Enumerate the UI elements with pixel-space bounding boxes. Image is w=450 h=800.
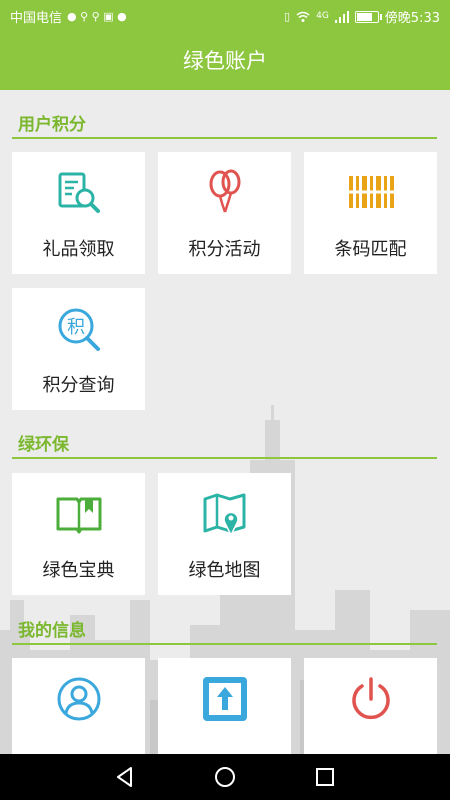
tile-upload[interactable] (158, 658, 291, 754)
section-divider (12, 457, 437, 459)
carrier-label: 中国电信 (10, 11, 63, 26)
user-profile-icon (12, 674, 145, 724)
status-bar: 中国电信 ● ⚲ ⚲ ▣ ● ▯ 4G 傍晚5:33 (0, 0, 450, 32)
document-search-icon (12, 168, 145, 218)
recents-icon[interactable] (312, 764, 338, 790)
network-type: 4G (316, 11, 329, 21)
tile-logout[interactable] (304, 658, 437, 754)
vibrate-icon: ▯ (284, 10, 291, 23)
tile-label: 积分活动 (188, 239, 261, 260)
section-title-green-eco: 绿环保 (18, 435, 69, 455)
tile-user-profile[interactable] (12, 658, 145, 754)
home-icon[interactable] (212, 764, 238, 790)
points-char: 积 (67, 317, 85, 338)
power-icon (304, 674, 437, 724)
map-pin-icon (158, 489, 291, 539)
tile-gift-claim[interactable]: 礼品领取 (12, 152, 145, 274)
section-title-user-points: 用户积分 (18, 115, 86, 135)
barcode-icon (304, 168, 437, 218)
section-title-my-info: 我的信息 (18, 621, 86, 641)
tile-label: 绿色地图 (188, 560, 261, 581)
page-title: 绿色账户 (0, 32, 450, 90)
points-search-icon: 积 (12, 304, 145, 354)
status-time: 傍晚5:33 (384, 11, 440, 26)
tile-points-query[interactable]: 积 积分查询 (12, 288, 145, 410)
section-divider (12, 643, 437, 645)
main-content[interactable]: 用户积分 礼品领取 积分活动 条码匹配 积 积分查询 绿环保 绿色宝典 绿色地图… (0, 90, 450, 754)
back-icon[interactable] (112, 764, 138, 790)
upload-icon (158, 674, 291, 724)
tile-label: 积分查询 (42, 375, 115, 396)
tile-green-map[interactable]: 绿色地图 (158, 473, 291, 595)
signal-icon (334, 10, 349, 23)
wifi-icon (296, 11, 310, 22)
tile-points-activity[interactable]: 积分活动 (158, 152, 291, 274)
section-divider (12, 137, 437, 139)
tile-label: 条码匹配 (334, 239, 407, 260)
tile-green-guide[interactable]: 绿色宝典 (12, 473, 145, 595)
balloon-icon (158, 168, 291, 218)
tile-barcode-match[interactable]: 条码匹配 (304, 152, 437, 274)
tile-label: 礼品领取 (42, 239, 115, 260)
notification-icons: ● ⚲ ⚲ ▣ ● (67, 10, 127, 23)
book-icon (12, 489, 145, 539)
system-nav-bar (0, 754, 450, 800)
tile-label: 绿色宝典 (42, 560, 115, 581)
battery-icon (354, 10, 382, 23)
